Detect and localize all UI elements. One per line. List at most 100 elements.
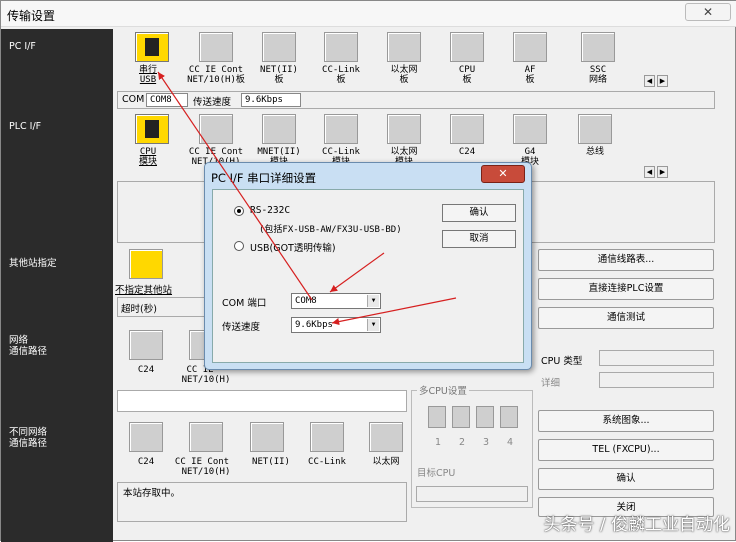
cc-link-module-icon[interactable] <box>324 114 358 144</box>
cpu-num-2: 2 <box>459 437 466 448</box>
cpu-num-1: 1 <box>435 437 442 448</box>
net-ii-board-icon[interactable] <box>262 32 296 62</box>
cpu-slot-2[interactable] <box>452 406 470 428</box>
plc-icon-label-2a: CC IE Cont <box>188 147 244 157</box>
pc-icon-label-4b: 板 <box>336 75 346 85</box>
rs232c-radio[interactable] <box>234 206 244 216</box>
pc-icon-label-7a: AF <box>524 65 536 75</box>
usb-got-radio[interactable] <box>234 241 244 251</box>
no-other-station-link[interactable]: 不指定其他站 <box>115 282 172 296</box>
plc-icon-label-4a: CC-Link <box>322 147 360 157</box>
dialog-ok-button[interactable]: 确认 <box>442 204 516 222</box>
pc-icon-label-6b: 板 <box>462 75 472 85</box>
g4-module-icon[interactable] <box>513 114 547 144</box>
ok-button[interactable]: 确认 <box>538 468 714 490</box>
diff-icon-label-4: CC-Link <box>308 457 346 467</box>
tel-fxcpu-button[interactable]: TEL (FXCPU)... <box>538 439 714 461</box>
window-close-button[interactable]: ✕ <box>685 3 731 21</box>
com-port-value: COM8 <box>295 296 317 306</box>
cpu-slot-4[interactable] <box>500 406 518 428</box>
cpu-board-icon[interactable] <box>450 32 484 62</box>
cpu-slot-3[interactable] <box>476 406 494 428</box>
plc-scroll-right-button[interactable]: ▶ <box>657 166 668 178</box>
rs232c-label: RS-232C <box>250 205 291 216</box>
af-board-icon[interactable] <box>513 32 547 62</box>
ethernet-board-icon[interactable] <box>387 32 421 62</box>
pc-icon-label-5a: 以太网 <box>390 65 418 75</box>
network-route-label-1: 网络 <box>9 335 29 346</box>
plc-scroll-left-button[interactable]: ◀ <box>644 166 655 178</box>
diff-cc-link-icon[interactable] <box>310 422 344 452</box>
pc-icon-label-1a: 串行 <box>138 65 157 75</box>
chevron-down-icon: ▼ <box>367 295 379 307</box>
network-route-label-2: 通信路径 <box>9 346 48 357</box>
pc-scroll-left-button[interactable]: ◀ <box>644 75 655 87</box>
target-cpu-label: 目标CPU <box>417 468 456 479</box>
c24-module-icon[interactable] <box>450 114 484 144</box>
dialog-cancel-button[interactable]: 取消 <box>442 230 516 248</box>
pc-icon-label-8a: SSC <box>589 65 607 75</box>
usb-got-label: USB(GOT透明传输) <box>250 243 336 254</box>
cpu-slot-1[interactable] <box>428 406 446 428</box>
cc-ie-cont-board-icon[interactable] <box>199 32 233 62</box>
diff-icon-label-2a: CC IE Cont <box>174 457 230 467</box>
com-port-select[interactable]: COM8 ▼ <box>291 293 381 309</box>
plc-icon-label-8a: 总线 <box>585 147 604 157</box>
cpu-module-icon[interactable] <box>135 114 169 144</box>
diff-ethernet-icon[interactable] <box>369 422 403 452</box>
title-bar: 传输设置 ✕ <box>1 1 736 27</box>
serial-usb-icon[interactable] <box>135 32 169 62</box>
pc-scroll-right-button[interactable]: ▶ <box>657 75 668 87</box>
diff-icon-label-2b: NET/10(H) <box>181 467 231 477</box>
cc-ie-cont-module-icon[interactable] <box>199 114 233 144</box>
mnet-ii-module-icon[interactable] <box>262 114 296 144</box>
speed-value: 9.6Kbps <box>241 93 301 107</box>
detail-field <box>599 372 714 388</box>
com-port-label: COM 端口 <box>222 298 267 309</box>
diff-cc-ie-icon[interactable] <box>189 422 223 452</box>
bus-icon[interactable] <box>578 114 612 144</box>
route-table-button[interactable]: 通信线路表... <box>538 249 714 271</box>
plc-icon-label-3a: MNET(II) <box>257 147 301 157</box>
direct-plc-button[interactable]: 直接连接PLC设置 <box>538 278 714 300</box>
dialog-body: RS-232C (包括FX-USB-AW/FX3U-USB-BD) USB(GO… <box>212 189 524 363</box>
pc-icon-label-8b: 网络 <box>588 75 607 85</box>
pc-icon-label-7b: 板 <box>525 75 535 85</box>
speed-label: 传送速度 <box>193 97 232 108</box>
plc-icon-label-1b: 模块 <box>138 157 157 167</box>
diff-net-ii-icon[interactable] <box>250 422 284 452</box>
network-icon-label-2b: NET/10(H) <box>181 375 231 385</box>
pc-icon-label-2a: CC IE Cont <box>188 65 244 75</box>
comm-test-button[interactable]: 通信测试 <box>538 307 714 329</box>
other-station-label: 其他站指定 <box>9 258 57 269</box>
pc-icon-label-2b: NET/10(H)板 <box>187 75 245 85</box>
diff-c24-icon[interactable] <box>129 422 163 452</box>
diff-network-label-1: 不同网络 <box>9 427 48 438</box>
network-route-field[interactable] <box>117 390 407 412</box>
network-c24-icon[interactable] <box>129 330 163 360</box>
plc-icon-label-1a: CPU <box>139 147 157 157</box>
plc-icon-label-5a: 以太网 <box>390 147 418 157</box>
target-cpu-field[interactable] <box>416 486 528 502</box>
plc-icon-label-6a: C24 <box>458 147 476 157</box>
dialog-title: PC I/F 串口详细设置 <box>211 171 317 185</box>
pc-if-label: PC I/F <box>9 41 36 52</box>
pc-icon-label-5b: 板 <box>399 75 409 85</box>
cc-link-board-icon[interactable] <box>324 32 358 62</box>
pc-icon-label-6a: CPU <box>458 65 476 75</box>
ssc-network-icon[interactable] <box>581 32 615 62</box>
other-station-icon[interactable] <box>129 249 163 279</box>
dialog-close-button[interactable]: ✕ <box>481 165 525 183</box>
system-image-button[interactable]: 系统图象... <box>538 410 714 432</box>
dialog-speed-value: 9.6Kbps <box>295 320 333 330</box>
diff-icon-label-5: 以太网 <box>372 457 400 467</box>
com-label: COM <box>122 94 145 105</box>
cpu-num-3: 3 <box>483 437 490 448</box>
ethernet-module-icon[interactable] <box>387 114 421 144</box>
diff-network-label-2: 通信路径 <box>9 438 48 449</box>
com-value: COM8 <box>146 93 188 107</box>
sidebar <box>1 29 113 542</box>
speed-select[interactable]: 9.6Kbps ▼ <box>291 317 381 333</box>
serial-detail-dialog: PC I/F 串口详细设置 ✕ RS-232C (包括FX-USB-AW/FX3… <box>204 162 532 370</box>
pc-icon-label-3a: NET(II) <box>260 65 298 75</box>
